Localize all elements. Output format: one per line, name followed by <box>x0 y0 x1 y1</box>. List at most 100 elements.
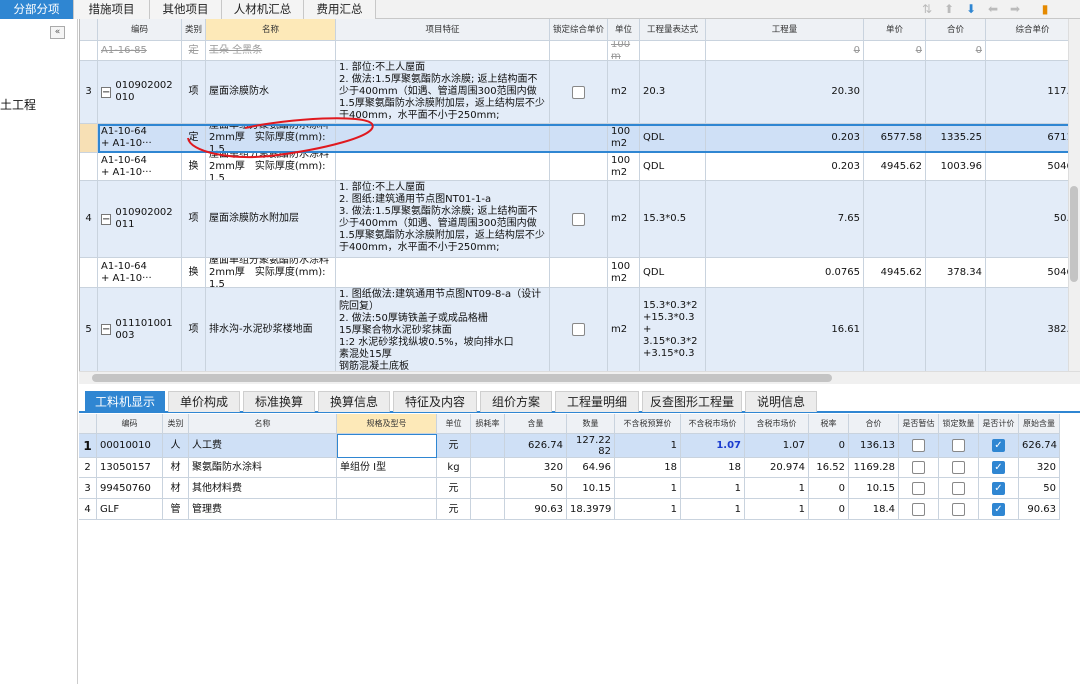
resource-header-total[interactable]: 合价 <box>849 414 899 434</box>
upper-header-code[interactable]: 编码 <box>98 19 182 41</box>
resource-lock-checkbox[interactable] <box>952 481 965 495</box>
detail-tab-4[interactable]: 特征及内容 <box>393 391 477 412</box>
upper-cell-qty[interactable]: 7.65 <box>706 181 864 258</box>
upper-cell-price[interactable]: 6577.58 <box>864 124 926 153</box>
resource-cell-loss[interactable] <box>471 458 505 478</box>
upper-cell-lock[interactable] <box>550 258 608 288</box>
top-tab-0[interactable]: 分部分项 <box>0 0 74 19</box>
resource-cell-lock[interactable] <box>939 499 979 520</box>
lock-price-checkbox[interactable] <box>572 323 585 336</box>
resource-cell-budget[interactable]: 1 <box>615 499 681 520</box>
lock-price-checkbox[interactable] <box>572 212 585 226</box>
resource-cell-priced[interactable]: ✓ <box>979 499 1019 520</box>
resource-cell-type[interactable]: 人 <box>163 434 189 458</box>
detail-tab-3[interactable]: 换算信息 <box>318 391 390 412</box>
resource-cell-market[interactable]: 18 <box>681 458 745 478</box>
resource-est-checkbox[interactable] <box>912 460 925 474</box>
upper-cell-type[interactable]: 定 <box>182 41 206 61</box>
resource-est-checkbox[interactable] <box>912 502 925 516</box>
resource-header-tax[interactable]: 税率 <box>809 414 849 434</box>
resource-header-priced[interactable]: 是否计价 <box>979 414 1019 434</box>
resource-cell-content[interactable]: 90.63 <box>505 499 567 520</box>
top-tab-4[interactable]: 费用汇总 <box>304 0 376 19</box>
upper-cell-lock[interactable] <box>550 61 608 124</box>
resource-lock-checkbox[interactable] <box>952 460 965 474</box>
upper-cell-expr[interactable]: 15.3*0.3*2 +15.3*0.3+ 3.15*0.3*2 +3.15*0… <box>640 288 706 371</box>
resource-cell-est[interactable] <box>899 434 939 458</box>
resource-cell-lock[interactable] <box>939 458 979 478</box>
upper-header-unit_total[interactable]: 综合单价 <box>986 19 1080 41</box>
upper-cell-unit[interactable]: m2 <box>608 288 640 371</box>
resource-cell-name[interactable]: 其他材料费 <box>189 478 337 499</box>
resource-cell-amount[interactable]: 64.96 <box>567 458 615 478</box>
upper-cell-total[interactable]: 378.34 <box>926 258 986 288</box>
resource-header-market[interactable]: 不含税市场价 <box>681 414 745 434</box>
upper-cell-price[interactable]: 0 <box>864 41 926 61</box>
upper-cell-unit_total[interactable]: 5046. <box>986 258 1080 288</box>
upper-header-name[interactable]: 名称 <box>206 19 336 41</box>
upper-cell-expr[interactable]: QDL <box>640 124 706 153</box>
resource-est-checkbox[interactable] <box>912 438 925 452</box>
resource-cell-budget[interactable]: 1 <box>615 434 681 458</box>
resource-cell-est[interactable] <box>899 478 939 499</box>
upper-cell-total[interactable] <box>926 288 986 371</box>
upper-cell-total[interactable] <box>926 181 986 258</box>
upper-cell-feature[interactable]: 1. 图纸做法:建筑通用节点图NT09-8-a（设计院回复） 2. 做法:50厚… <box>336 288 550 371</box>
top-tab-3[interactable]: 人材机汇总 <box>222 0 304 19</box>
upper-cell-qty[interactable]: 20.30 <box>706 61 864 124</box>
upper-cell-name[interactable]: 排水沟-水泥砂浆楼地面 <box>206 288 336 371</box>
left-tree-label[interactable]: 土工程 <box>0 96 36 113</box>
upper-cell-lock[interactable] <box>550 41 608 61</box>
top-tab-1[interactable]: 措施项目 <box>74 0 150 19</box>
upper-cell-lock[interactable] <box>550 288 608 371</box>
upper-cell-expr[interactable]: QDL <box>640 258 706 288</box>
upper-cell-qty[interactable]: 0 <box>706 41 864 61</box>
upper-cell-feature[interactable] <box>336 41 550 61</box>
resource-cell-name[interactable]: 聚氨酯防水涂料 <box>189 458 337 478</box>
upper-cell-name[interactable]: 王朵 全黑条 <box>206 41 336 61</box>
upper-cell-qty[interactable]: 0.203 <box>706 153 864 181</box>
tree-toggle-icon[interactable]: − <box>101 86 112 98</box>
resource-cell-code[interactable]: 00010010 <box>97 434 163 458</box>
upper-cell-unit_total[interactable]: 382.2 <box>986 288 1080 371</box>
resource-header-code[interactable]: 编码 <box>97 414 163 434</box>
resource-cell-spec[interactable]: 单组份 I型 <box>337 458 437 478</box>
upper-cell-lock[interactable] <box>550 153 608 181</box>
arrow-up-icon[interactable]: ⬆ <box>942 2 956 16</box>
upper-cell-feature[interactable] <box>336 258 550 288</box>
resource-header-budget[interactable]: 不含税预算价 <box>615 414 681 434</box>
upper-cell-lock[interactable] <box>550 181 608 258</box>
upper-cell-unit[interactable]: 100m2 <box>608 258 640 288</box>
resource-cell-code[interactable]: GLF <box>97 499 163 520</box>
upper-cell-expr[interactable]: 20.3 <box>640 61 706 124</box>
resource-cell-content[interactable]: 320 <box>505 458 567 478</box>
upper-cell-expr[interactable]: QDL <box>640 153 706 181</box>
upper-cell-total[interactable] <box>926 61 986 124</box>
resource-cell-spec[interactable] <box>337 434 437 458</box>
resource-cell-total[interactable]: 1169.28 <box>849 458 899 478</box>
detail-tab-5[interactable]: 组价方案 <box>480 391 552 412</box>
detail-tab-7[interactable]: 反查图形工程量 <box>642 391 742 412</box>
resource-cell-lock[interactable] <box>939 478 979 499</box>
upper-cell-total[interactable]: 1335.25 <box>926 124 986 153</box>
resource-cell-content[interactable]: 50 <box>505 478 567 499</box>
upper-cell-expr[interactable]: 15.3*0.5 <box>640 181 706 258</box>
resource-cell-tax[interactable]: 0 <box>809 499 849 520</box>
upper-grid-vertical-scroll-thumb[interactable] <box>1070 186 1078 282</box>
resource-header-content[interactable]: 含量 <box>505 414 567 434</box>
sort-icon[interactable]: ⇅ <box>920 2 934 16</box>
resource-cell-tax[interactable]: 0 <box>809 434 849 458</box>
resource-cell-lock[interactable] <box>939 434 979 458</box>
upper-cell-unit_total[interactable]: 117.5 <box>986 61 1080 124</box>
resource-cell-unit[interactable]: 元 <box>437 434 471 458</box>
resource-cell-orig[interactable]: 90.63 <box>1019 499 1060 520</box>
resource-cell-code[interactable]: 99450760 <box>97 478 163 499</box>
resource-cell-total[interactable]: 18.4 <box>849 499 899 520</box>
upper-cell-expr[interactable] <box>640 41 706 61</box>
upper-grid-horizontal-scroll-thumb[interactable] <box>92 374 832 382</box>
tree-toggle-icon[interactable]: − <box>101 324 112 335</box>
upper-cell-unit[interactable]: 100m2 <box>608 153 640 181</box>
resource-header-type[interactable]: 类别 <box>163 414 189 434</box>
resource-cell-total[interactable]: 10.15 <box>849 478 899 499</box>
resource-header-loss[interactable]: 损耗率 <box>471 414 505 434</box>
